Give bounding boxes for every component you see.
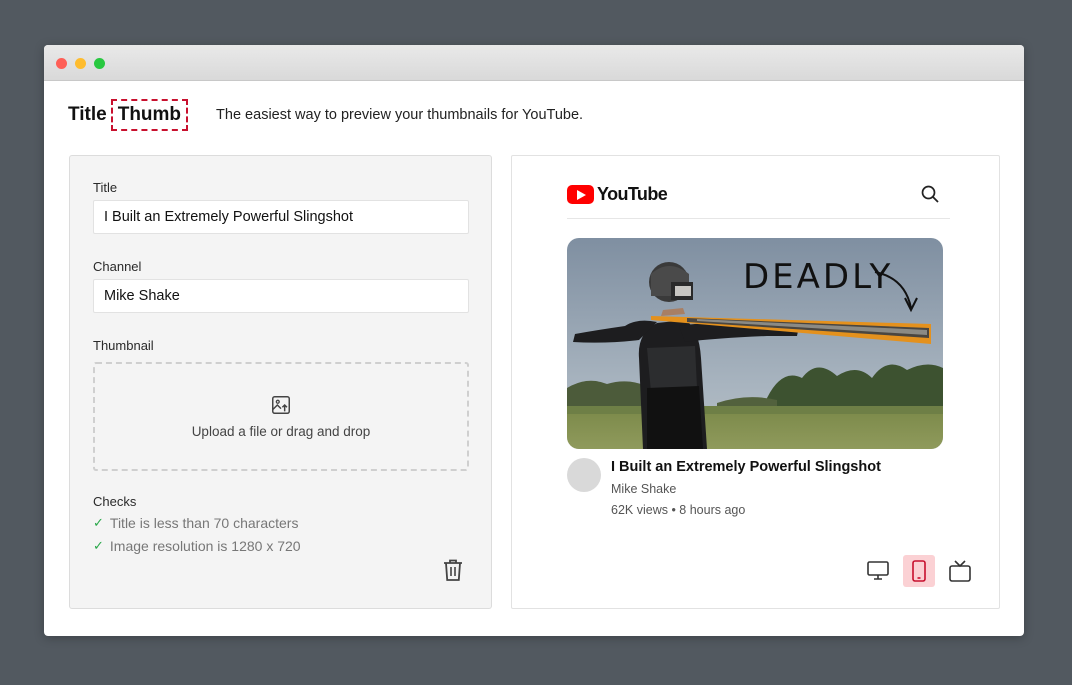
app-logo[interactable]: Title Thumb bbox=[68, 99, 189, 131]
editor-panel: Title Channel Thumbnail Upload a file or… bbox=[69, 155, 492, 609]
check-icon: ✓ bbox=[93, 515, 104, 530]
channel-input[interactable] bbox=[93, 279, 469, 313]
mobile-icon bbox=[912, 560, 926, 582]
thumbnail-label: Thumbnail bbox=[93, 338, 154, 353]
check-text: Title is less than 70 characters bbox=[109, 515, 299, 531]
tagline: The easiest way to preview your thumbnai… bbox=[216, 107, 584, 123]
video-channel[interactable]: Mike Shake bbox=[611, 482, 676, 496]
window-titlebar bbox=[44, 45, 1024, 81]
video-title[interactable]: I Built an Extremely Powerful Slingshot bbox=[611, 459, 881, 475]
preview-panel: YouTube DEADLY I Built an Extremely Powe… bbox=[511, 155, 1000, 609]
tv-icon bbox=[949, 560, 971, 582]
image-upload-icon bbox=[272, 396, 290, 414]
title-label: Title bbox=[93, 180, 118, 195]
youtube-play-icon bbox=[567, 185, 594, 204]
page-header: Title Thumb The easiest way to preview y… bbox=[68, 98, 583, 132]
logo-thumb: Thumb bbox=[110, 99, 189, 131]
maximize-window-button[interactable] bbox=[94, 58, 105, 69]
mobile-view-button[interactable] bbox=[903, 555, 935, 587]
checks-label: Checks bbox=[93, 494, 137, 509]
youtube-logo: YouTube bbox=[567, 184, 668, 205]
logo-title: Title bbox=[68, 104, 107, 125]
close-window-button[interactable] bbox=[56, 58, 67, 69]
tv-view-button[interactable] bbox=[944, 555, 976, 587]
desktop-view-button[interactable] bbox=[862, 555, 894, 587]
check-icon: ✓ bbox=[93, 538, 104, 553]
desktop-icon bbox=[867, 561, 889, 580]
thumbnail-image: DEADLY bbox=[567, 238, 943, 449]
thumbnail-dropzone[interactable]: Upload a file or drag and drop bbox=[93, 362, 469, 471]
title-input[interactable] bbox=[93, 200, 469, 234]
search-icon[interactable] bbox=[920, 184, 940, 204]
check-item: ✓ Title is less than 70 characters bbox=[93, 515, 298, 531]
youtube-wordmark: YouTube bbox=[597, 184, 668, 204]
video-stats: 62K views • 8 hours ago bbox=[611, 503, 746, 517]
channel-avatar[interactable] bbox=[567, 458, 601, 492]
upload-text: Upload a file or drag and drop bbox=[191, 424, 371, 439]
thumbnail-annotation: DEADLY bbox=[743, 257, 893, 297]
youtube-header: YouTube bbox=[567, 181, 950, 219]
trash-icon[interactable] bbox=[442, 558, 464, 582]
app-window: Title Thumb The easiest way to preview y… bbox=[44, 45, 1024, 636]
video-thumbnail[interactable]: DEADLY bbox=[567, 238, 943, 449]
minimize-window-button[interactable] bbox=[75, 58, 86, 69]
channel-label: Channel bbox=[93, 259, 142, 274]
check-text: Image resolution is 1280 x 720 bbox=[109, 538, 301, 554]
check-item: ✓ Image resolution is 1280 x 720 bbox=[93, 538, 301, 554]
